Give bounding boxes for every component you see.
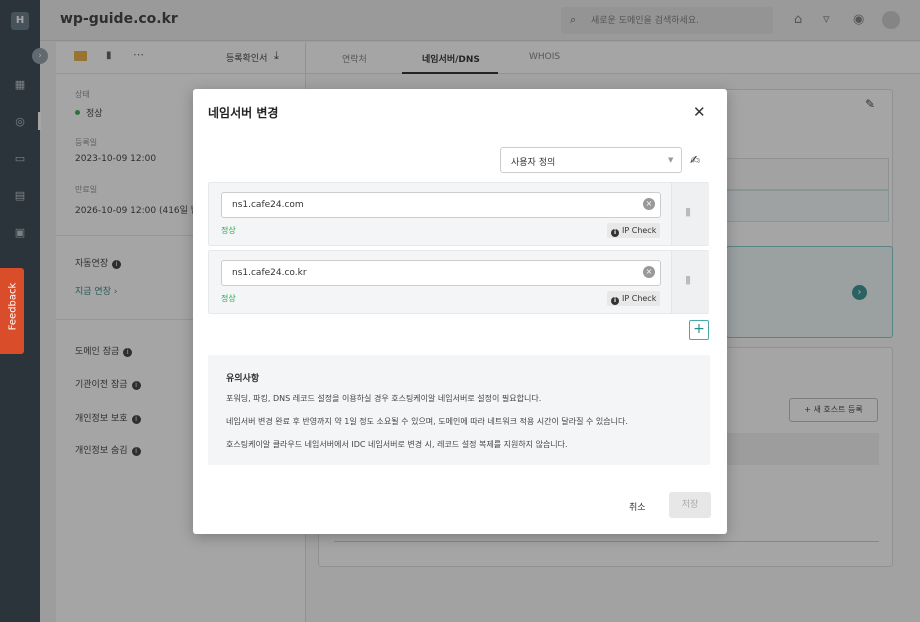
memo-edit-icon[interactable]: ✍ [690, 153, 700, 167]
clear-icon[interactable]: × [643, 198, 655, 210]
info-icon: i [611, 297, 619, 305]
feedback-label: Feedback [7, 282, 19, 331]
clear-icon[interactable]: × [643, 266, 655, 278]
trash-icon[interactable]: ▮ [685, 273, 691, 286]
notice-box: 유의사항 포워딩, 파킹, DNS 레코드 설정을 이용하실 경우 호스팅케이알… [208, 355, 710, 465]
nameserver-row: × 정상 iIP Check ▮ [208, 250, 709, 314]
add-nameserver-button[interactable]: + [689, 320, 709, 340]
feedback-tab[interactable]: Feedback [0, 268, 24, 354]
nameserver-type-select[interactable]: 사용자 정의 ▼ [500, 147, 682, 173]
chevron-down-icon: ▼ [668, 156, 674, 164]
select-value: 사용자 정의 [511, 158, 556, 168]
close-icon[interactable]: ✕ [693, 103, 706, 121]
cancel-button[interactable]: 취소 [629, 500, 646, 513]
trash-icon[interactable]: ▮ [685, 205, 691, 218]
nameserver-input[interactable] [221, 260, 661, 286]
notice-line: 포워딩, 파킹, DNS 레코드 설정을 이용하실 경우 호스팅케이알 네임서버… [226, 394, 542, 403]
notice-line: 호스팅케이알 클라우드 네임서버에서 IDC 네임서버로 변경 시, 레코드 설… [226, 440, 568, 449]
delete-area: ▮ [671, 251, 709, 313]
delete-area: ▮ [671, 183, 709, 245]
dialog-title: 네임서버 변경 [208, 106, 279, 120]
status-text: 정상 [221, 226, 236, 235]
save-button[interactable]: 저장 [669, 492, 711, 518]
nameserver-row: × 정상 iIP Check ▮ [208, 182, 709, 246]
nameserver-input[interactable] [221, 192, 661, 218]
ip-check-button[interactable]: i IP Check [607, 291, 660, 306]
notice-title: 유의사항 [226, 374, 260, 384]
notice-line: 네임서버 변경 완료 후 반영까지 약 1일 정도 소요될 수 있으며, 도메인… [226, 417, 628, 426]
status-text: 정상 [221, 294, 236, 303]
change-nameserver-dialog: 네임서버 변경 ✕ 사용자 정의 ▼ ✍ × 정상 iIP Check ▮ × … [193, 89, 727, 534]
ip-check-button[interactable]: i IP Check [607, 223, 660, 238]
info-icon: i [611, 229, 619, 237]
